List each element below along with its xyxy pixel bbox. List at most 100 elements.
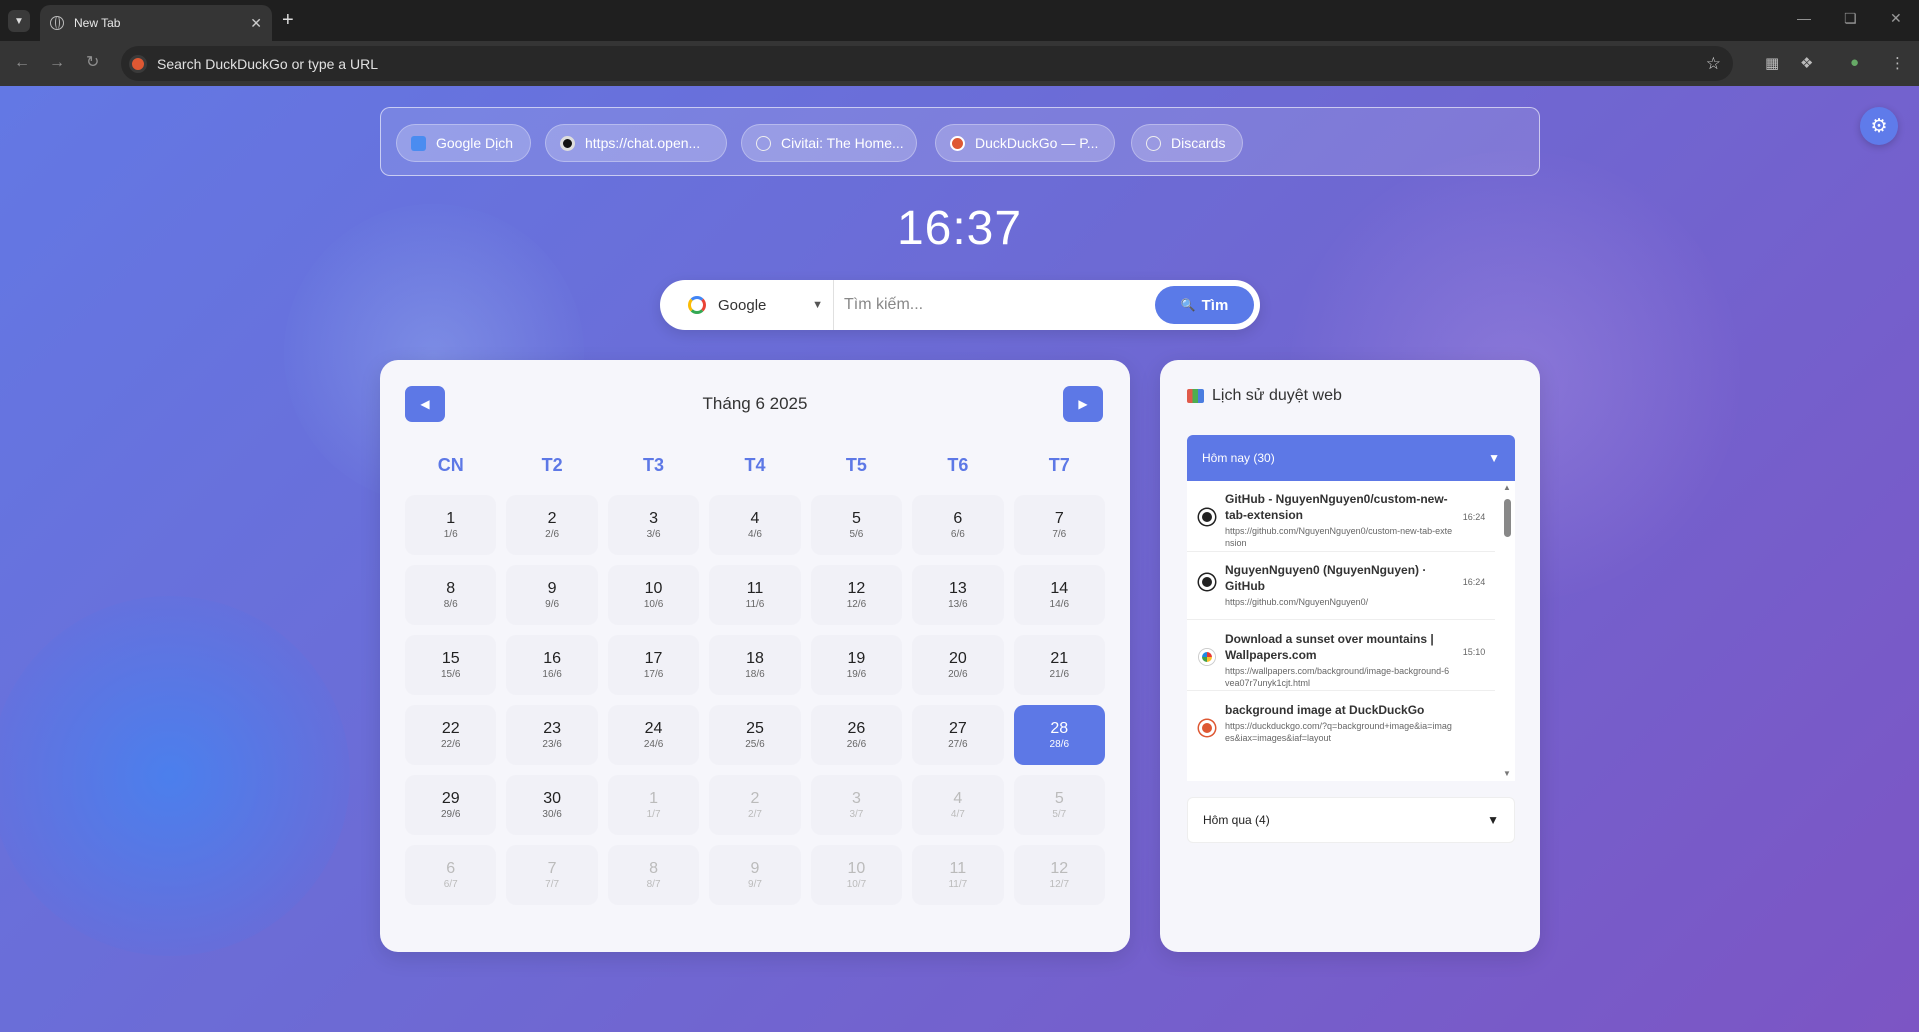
shortcut-label: Civitai: The Home... xyxy=(781,135,904,151)
next-month-button[interactable]: ▶ xyxy=(1063,386,1103,422)
close-tab-icon[interactable]: ✕ xyxy=(250,15,262,32)
calendar-day[interactable]: 20 20/6 xyxy=(912,635,1004,695)
calendar-day[interactable]: 17 17/6 xyxy=(607,635,700,695)
scroll-thumb[interactable] xyxy=(1504,499,1511,537)
day-date: 10/7 xyxy=(846,878,867,890)
search-input[interactable] xyxy=(844,292,1144,318)
address-bar[interactable]: Search DuckDuckGo or type a URL ☆ xyxy=(121,46,1733,81)
history-scrollbar[interactable]: ▲ ▼ xyxy=(1500,481,1515,781)
shortcut-civitai[interactable]: Civitai: The Home... xyxy=(741,124,917,162)
settings-button[interactable]: ⚙ xyxy=(1860,107,1898,145)
calendar-day[interactable]: 5 5/7 xyxy=(1013,775,1105,835)
calendar-day[interactable]: 16 16/6 xyxy=(506,635,598,695)
calendar-day[interactable]: 3 3/6 xyxy=(607,495,700,555)
day-number: 5 xyxy=(1054,789,1064,807)
calendar-day[interactable]: 25 25/6 xyxy=(709,705,801,765)
chevron-down-icon: ▼ xyxy=(1488,451,1500,465)
calendar-day[interactable]: 8 8/6 xyxy=(405,565,497,625)
calendar-day[interactable]: 11 11/7 xyxy=(912,845,1004,905)
day-date: 2/7 xyxy=(748,808,762,820)
calendar-day[interactable]: 13 13/6 xyxy=(912,565,1004,625)
history-list: GitHub - NguyenNguyen0/custom-new-tab-ex… xyxy=(1187,481,1515,781)
calendar-day[interactable]: 19 19/6 xyxy=(810,635,903,695)
history-item-url: https://duckduckgo.com/?q=background+ima… xyxy=(1225,721,1452,743)
calendar-day[interactable]: 26 26/6 xyxy=(810,705,903,765)
calendar-day[interactable]: 12 12/6 xyxy=(810,565,903,625)
calendar-day[interactable]: 29 29/6 xyxy=(405,775,497,835)
calendar-day[interactable]: 30 30/6 xyxy=(506,775,598,835)
day-date: 3/6 xyxy=(646,528,661,540)
day-number: 12 xyxy=(1050,859,1069,877)
tab-new-tab[interactable]: New Tab ✕ xyxy=(40,5,272,41)
calendar-day[interactable]: 4 4/6 xyxy=(709,495,801,555)
back-button[interactable]: ← xyxy=(14,53,30,73)
calendar-day[interactable]: 1 1/7 xyxy=(607,775,700,835)
day-date: 12/7 xyxy=(1049,878,1070,890)
calendar-day[interactable]: 21 21/6 xyxy=(1013,635,1105,695)
scroll-down-icon[interactable]: ▼ xyxy=(1503,769,1511,778)
restore-button[interactable]: ❏ xyxy=(1844,10,1857,27)
history-group-today[interactable]: Hôm nay (30) ▼ xyxy=(1187,435,1515,481)
calendar-day[interactable]: 10 10/7 xyxy=(810,845,903,905)
calendar-day[interactable]: 24 24/6 xyxy=(607,705,700,765)
shortcut-discards[interactable]: Discards xyxy=(1131,124,1243,162)
calendar-day[interactable]: 7 7/7 xyxy=(506,845,598,905)
day-number: 17 xyxy=(644,649,663,667)
profile-icon[interactable]: ● xyxy=(1850,54,1859,71)
close-window-button[interactable]: ✕ xyxy=(1890,10,1902,27)
calendar-day[interactable]: 4 4/7 xyxy=(912,775,1004,835)
new-tab-button[interactable]: + xyxy=(282,9,294,31)
tab-search-button[interactable]: ▼ xyxy=(8,10,30,32)
menu-dots-icon[interactable]: ⋮ xyxy=(1890,54,1905,72)
calendar-day[interactable]: 22 22/6 xyxy=(405,705,497,765)
wallpapers-icon xyxy=(1199,649,1215,665)
history-item[interactable]: Download a sunset over mountains | Wallp… xyxy=(1187,631,1495,691)
shortcut-duckduckgo[interactable]: DuckDuckGo — P... xyxy=(935,124,1115,162)
calendar-day[interactable]: 6 6/7 xyxy=(405,845,497,905)
day-date: 29/6 xyxy=(440,808,461,820)
calendar-day[interactable]: 10 10/6 xyxy=(607,565,700,625)
history-group-yesterday[interactable]: Hôm qua (4) ▼ xyxy=(1187,797,1515,843)
books-icon xyxy=(1187,389,1204,403)
day-date: 7/6 xyxy=(1052,528,1067,540)
forward-button[interactable]: → xyxy=(49,53,65,73)
bookmark-star-icon[interactable]: ☆ xyxy=(1706,54,1721,74)
calendar-day[interactable]: 12 12/7 xyxy=(1013,845,1105,905)
day-date: 24/6 xyxy=(643,738,664,750)
history-item-title: Download a sunset over mountains | Wallp… xyxy=(1225,632,1434,662)
calendar-day[interactable]: 5 5/6 xyxy=(810,495,903,555)
day-number: 14 xyxy=(1050,579,1069,597)
calendar-day[interactable]: 2 2/6 xyxy=(506,495,598,555)
calendar-day[interactable]: 9 9/7 xyxy=(709,845,801,905)
calendar-day[interactable]: 1 1/6 xyxy=(405,495,497,555)
scroll-up-icon[interactable]: ▲ xyxy=(1503,483,1511,492)
calendar-day[interactable]: 7 7/6 xyxy=(1013,495,1105,555)
calendar-day[interactable]: 18 18/6 xyxy=(709,635,801,695)
minimize-button[interactable]: — xyxy=(1797,10,1811,26)
calendar-day[interactable]: 15 15/6 xyxy=(405,635,497,695)
shortcut-chatgpt[interactable]: https://chat.open... xyxy=(545,124,727,162)
search-engine-name: Google xyxy=(718,296,767,314)
calendar-day[interactable]: 14 14/6 xyxy=(1013,565,1105,625)
calendar-day[interactable]: 8 8/7 xyxy=(607,845,700,905)
extension-icon[interactable]: ▦ xyxy=(1765,54,1779,72)
history-item[interactable]: background image at DuckDuckGo https://d… xyxy=(1187,702,1495,762)
calendar-day[interactable]: 23 23/6 xyxy=(506,705,598,765)
search-engine-select[interactable]: Google ▼ xyxy=(688,280,834,330)
day-date: 9/6 xyxy=(545,598,560,610)
calendar-day-today[interactable]: 28 28/6 xyxy=(1013,705,1105,765)
calendar-day[interactable]: 27 27/6 xyxy=(912,705,1004,765)
calendar-day[interactable]: 3 3/7 xyxy=(810,775,903,835)
calendar-day[interactable]: 2 2/7 xyxy=(709,775,801,835)
puzzle-icon[interactable]: ❖ xyxy=(1800,54,1813,72)
calendar-day[interactable]: 11 11/6 xyxy=(709,565,801,625)
search-button[interactable]: 🔍 Tìm xyxy=(1155,286,1254,324)
reload-button[interactable]: ↻ xyxy=(86,53,99,73)
calendar-day[interactable]: 6 6/6 xyxy=(912,495,1004,555)
history-item[interactable]: NguyenNguyen0 (NguyenNguyen) · GitHub ht… xyxy=(1187,562,1495,620)
history-item[interactable]: GitHub - NguyenNguyen0/custom-new-tab-ex… xyxy=(1187,491,1495,552)
day-date: 23/6 xyxy=(542,738,562,750)
day-date: 10/6 xyxy=(643,598,664,610)
shortcut-google-translate[interactable]: Google Dịch xyxy=(396,124,531,162)
calendar-day[interactable]: 9 9/6 xyxy=(506,565,598,625)
